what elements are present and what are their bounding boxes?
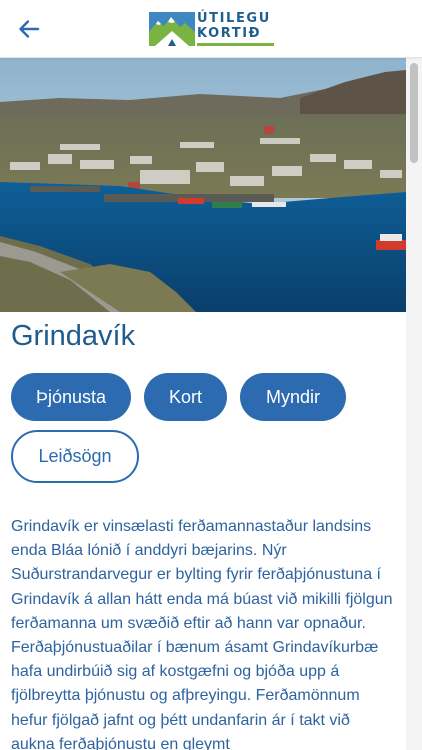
logo-line2: KORTIÐ: [197, 26, 262, 41]
place-title: Grindavík: [11, 320, 136, 352]
services-button[interactable]: Þjónusta: [11, 373, 131, 421]
app-header: ÚTILEGU KORTIÐ: [0, 0, 422, 58]
vertical-scrollbar[interactable]: [406, 58, 422, 750]
logo-line1: ÚTILEGU: [197, 11, 271, 26]
scrollbar-thumb[interactable]: [410, 63, 418, 163]
hero-photo: [0, 58, 406, 312]
logo-text: ÚTILEGU KORTIÐ: [197, 11, 271, 41]
guide-button[interactable]: Leiðsögn: [11, 430, 139, 483]
logo-underline: [197, 43, 274, 46]
place-content: Grindavík Þjónusta Kort Myndir Leiðsögn …: [0, 58, 406, 750]
utilegukortid-logo: ÚTILEGU KORTIÐ: [149, 10, 277, 48]
place-description: Grindavík er vinsælasti ferðamannastaður…: [11, 518, 393, 750]
photos-button[interactable]: Myndir: [240, 373, 346, 421]
back-button[interactable]: [12, 12, 46, 46]
arrow-left-icon: [19, 20, 40, 38]
map-button[interactable]: Kort: [144, 373, 227, 421]
mountain-logo-icon: [149, 12, 195, 46]
app-screen: ÚTILEGU KORTIÐ Grindavík Þjónusta Kort M…: [0, 0, 422, 750]
